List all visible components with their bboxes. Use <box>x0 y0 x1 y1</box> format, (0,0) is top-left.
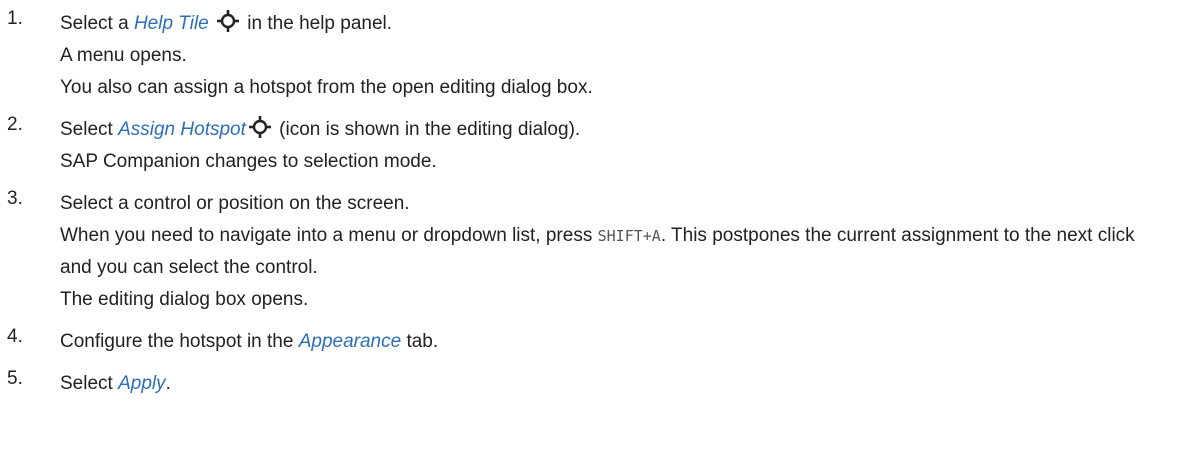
step-result: A menu opens. <box>60 45 187 66</box>
instruction-text: Select <box>60 373 119 394</box>
step-instruction: Select Apply. <box>60 368 1181 400</box>
step-number: 4. <box>7 326 23 347</box>
step-note: When you need to navigate into a menu or… <box>60 220 1181 284</box>
step-result: SAP Companion changes to selection mode. <box>60 151 437 172</box>
step-number: 5. <box>7 368 23 389</box>
assign-hotspot-link[interactable]: Assign Hotspot <box>118 119 246 140</box>
step-instruction: Configure the hotspot in the Appearance … <box>60 326 1181 358</box>
instruction-text: Select a <box>60 13 134 34</box>
note-text: When you need to navigate into a menu or… <box>60 225 598 246</box>
step-instruction: Select Assign Hotspot (icon is shown in … <box>60 114 1181 146</box>
step-1: 1. Select a Help Tile in the help panel.… <box>0 8 1181 104</box>
instruction-text: . <box>165 373 171 394</box>
step-instruction: Select a Help Tile in the help panel. <box>60 8 1181 40</box>
keyboard-shortcut: SHIFT+A <box>597 227 661 245</box>
procedure-steps: 1. Select a Help Tile in the help panel.… <box>0 0 1181 400</box>
crosshair-icon <box>217 10 240 43</box>
apply-link[interactable]: Apply <box>118 373 166 394</box>
step-result: The editing dialog box opens. <box>60 289 309 310</box>
step-number: 2. <box>7 114 23 135</box>
instruction-text: tab. <box>401 331 439 352</box>
step-instruction: Select a control or position on the scre… <box>60 193 410 214</box>
appearance-tab-link[interactable]: Appearance <box>299 331 401 352</box>
step-number: 1. <box>7 8 23 29</box>
instruction-text: in the help panel. <box>242 13 393 34</box>
crosshair-icon <box>248 116 271 149</box>
instruction-text: Configure the hotspot in the <box>60 331 299 352</box>
step-5: 5. Select Apply. <box>0 368 1181 400</box>
step-result: You also can assign a hotspot from the o… <box>60 77 593 98</box>
step-number: 3. <box>7 188 23 209</box>
step-4: 4. Configure the hotspot in the Appearan… <box>0 326 1181 358</box>
instruction-text: (icon is shown in the editing dialog). <box>273 119 581 140</box>
step-3: 3. Select a control or position on the s… <box>0 188 1181 316</box>
help-tile-link[interactable]: Help Tile <box>134 13 209 34</box>
step-2: 2. Select Assign Hotspot (icon is shown … <box>0 114 1181 178</box>
instruction-text: Select <box>60 119 119 140</box>
